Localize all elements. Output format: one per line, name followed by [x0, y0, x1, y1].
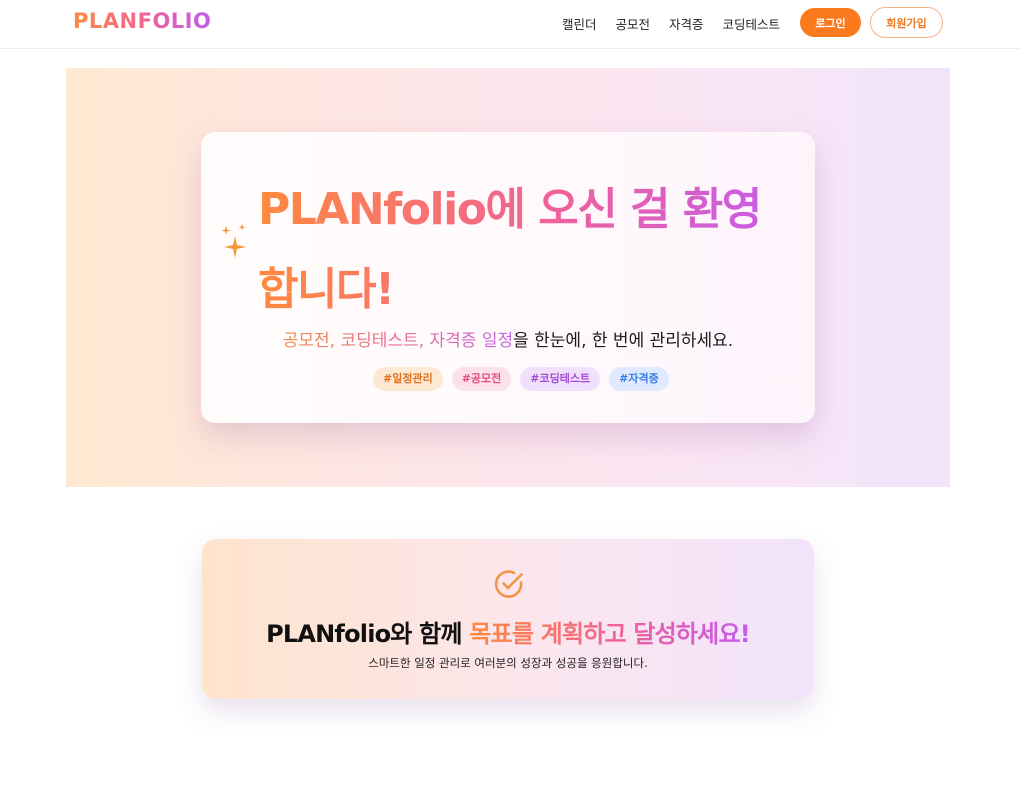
check-circle-icon: [494, 570, 523, 598]
hero-banner: PLANfolio에 오신 걸 환영합니다! 공모전, 코딩테스트, 자격증 일…: [66, 68, 950, 487]
nav-item-calendar[interactable]: 캘린더: [562, 14, 597, 33]
hero-title: PLANfolio에 오신 걸 환영합니다!: [258, 170, 798, 330]
tag-schedule[interactable]: #일정관리: [373, 367, 443, 391]
hero-subtitle-rest: 을 한눈에, 한 번에 관리하세요.: [513, 331, 734, 351]
tag-certificate[interactable]: #자격증: [609, 367, 669, 391]
nav-item-coding-test[interactable]: 코딩테스트: [723, 14, 781, 33]
sparkle-icon: [221, 224, 246, 258]
hero-card: PLANfolio에 오신 걸 환영합니다! 공모전, 코딩테스트, 자격증 일…: [201, 132, 815, 423]
logo[interactable]: PLANFOLIO: [73, 9, 211, 33]
nav-item-contests[interactable]: 공모전: [616, 14, 651, 33]
main-nav: 캘린더 공모전 자격증 코딩테스트: [562, 14, 780, 33]
nav-item-certificates[interactable]: 자격증: [669, 14, 704, 33]
signup-button[interactable]: 회원가입: [870, 7, 943, 38]
tag-contest[interactable]: #공모전: [451, 367, 512, 391]
goal-title: PLANfolio와 함께 목표를 계획하고 달성하세요!: [202, 614, 814, 649]
goal-card: PLANfolio와 함께 목표를 계획하고 달성하세요! 스마트한 일정 관리…: [202, 539, 814, 699]
goal-title-highlight: 목표를 계획하고 달성하세요!: [469, 620, 750, 648]
hero-subtitle: 공모전, 코딩테스트, 자격증 일정을 한눈에, 한 번에 관리하세요.: [201, 326, 815, 351]
hero-subtitle-highlight: 공모전, 코딩테스트, 자격증 일정: [282, 331, 514, 351]
tag-coding-test[interactable]: #코딩테스트: [520, 367, 601, 391]
goal-title-prefix: PLANfolio와 함께: [266, 620, 470, 648]
tag-list: #일정관리 #공모전 #코딩테스트 #자격증: [373, 367, 669, 391]
login-button[interactable]: 로그인: [800, 8, 861, 37]
top-header: PLANFOLIO 캘린더 공모전 자격증 코딩테스트 로그인 회원가입: [0, 0, 1020, 49]
goal-subtitle: 스마트한 일정 관리로 여러분의 성장과 성공을 응원합니다.: [368, 656, 648, 670]
